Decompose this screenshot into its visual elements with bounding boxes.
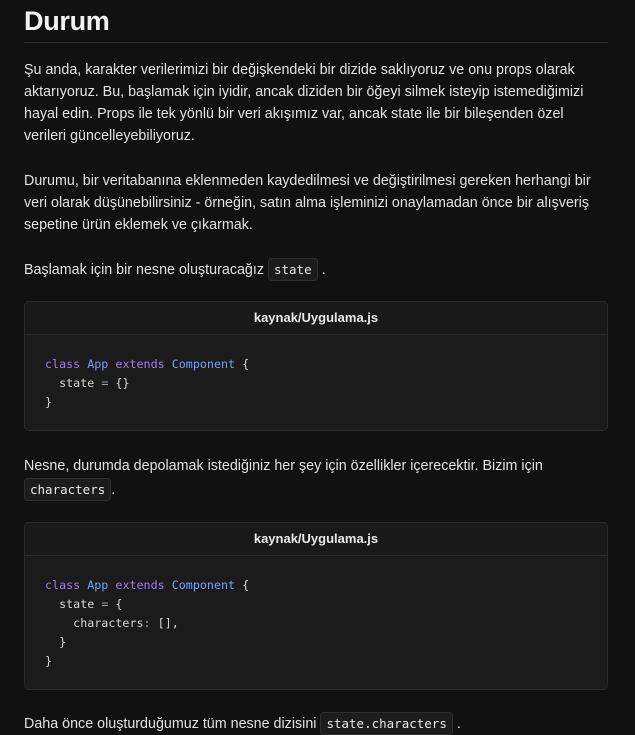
- inline-code-characters: characters: [24, 478, 112, 501]
- state-explanation-paragraph: Durumu, bir veritabanına eklenmeden kayd…: [24, 173, 591, 233]
- paragraph-end: .: [321, 262, 326, 278]
- code-block: kaynak/Uygulama.js class App extends Com…: [24, 301, 608, 431]
- code-block: kaynak/Uygulama.js class App extends Com…: [24, 522, 608, 690]
- paragraph-text: Nesne, durumda depolamak istediğiniz her…: [24, 458, 543, 474]
- page-title: Durum: [24, 0, 608, 43]
- code-content: class App extends Component { state = { …: [45, 578, 250, 668]
- paragraph-text: Başlamak için bir nesne oluşturacağız: [24, 262, 264, 278]
- code-block-filename: kaynak/Uygulama.js: [25, 302, 607, 335]
- inline-code-state: state: [267, 258, 318, 281]
- create-object-paragraph: Başlamak için bir nesne oluşturacağız st…: [24, 258, 608, 281]
- paragraph-text: Daha önce oluşturduğumuz tüm nesne dizis…: [24, 716, 317, 732]
- paragraph-end: .: [456, 716, 461, 732]
- article: Durum Şu anda, karakter verilerimizi bir…: [0, 0, 635, 735]
- code-content: class App extends Component { state = {}…: [45, 357, 250, 409]
- code-block-filename: kaynak/Uygulama.js: [25, 523, 607, 556]
- paragraph-end: .: [111, 482, 116, 498]
- intro-paragraph: Şu anda, karakter verilerimizi bir değiş…: [24, 62, 584, 144]
- object-properties-paragraph: Nesne, durumda depolamak istediğiniz her…: [24, 454, 608, 502]
